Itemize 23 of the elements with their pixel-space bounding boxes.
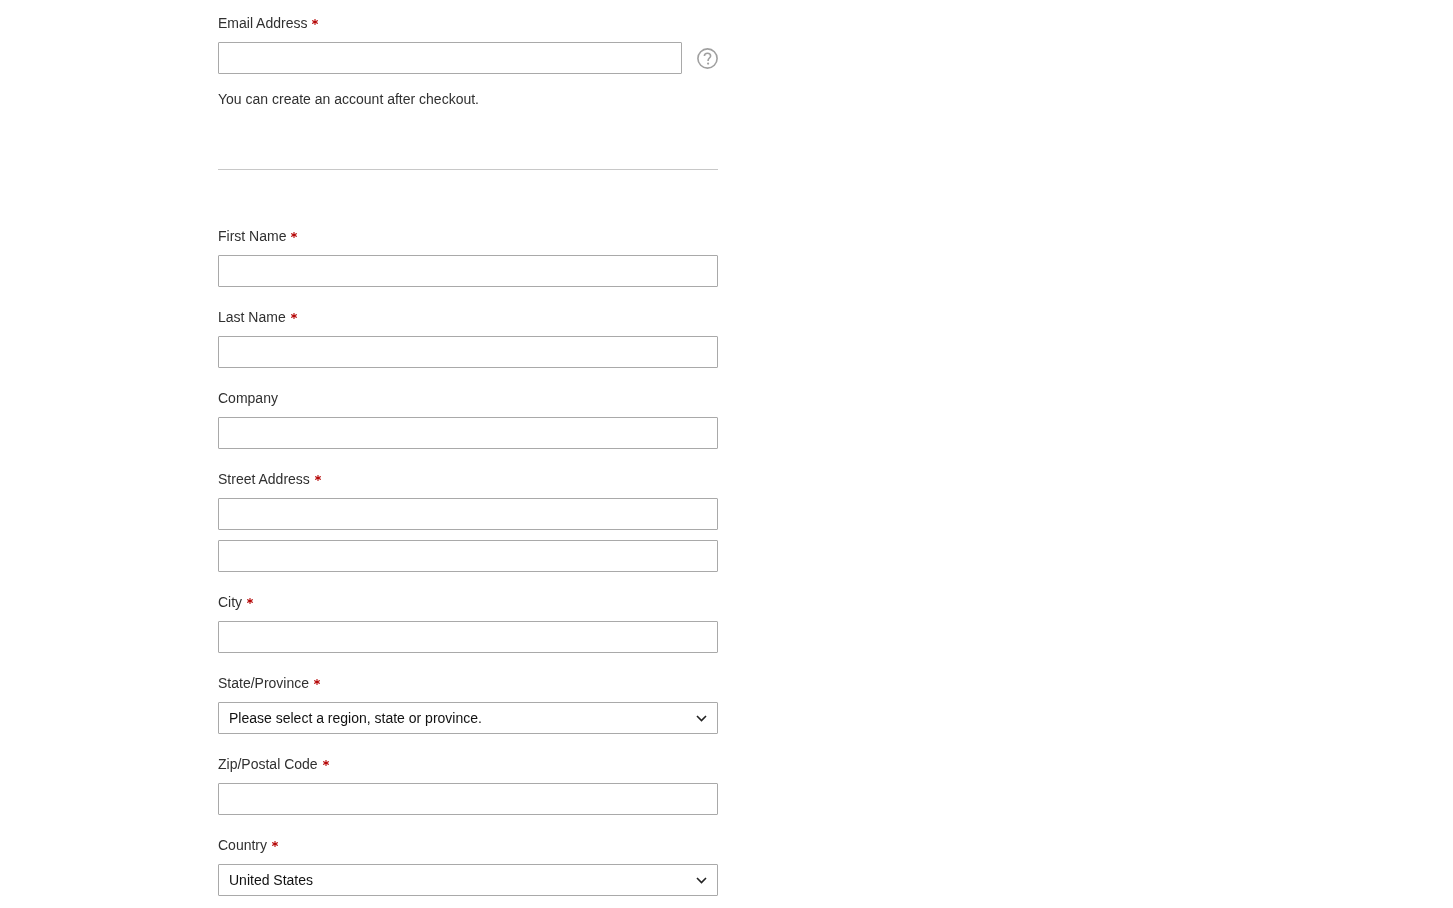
- dropdown[interactable]: United States: [218, 864, 718, 896]
- field-label: State/Province: [218, 674, 310, 692]
- text-field[interactable]: [218, 783, 718, 815]
- field-label: City: [218, 593, 243, 611]
- field-label: Zip/Postal Code: [218, 755, 318, 773]
- help-icon[interactable]: [697, 47, 718, 69]
- text-field[interactable]: [218, 621, 718, 653]
- email-field[interactable]: [218, 42, 682, 74]
- chevron-down-icon: [696, 876, 707, 884]
- field-label: Company: [218, 389, 278, 407]
- field-label: First Name: [218, 227, 287, 245]
- field-label: Email Address: [218, 14, 308, 32]
- field-label: Country: [218, 836, 268, 854]
- chevron-down-icon: [696, 714, 707, 722]
- dropdown[interactable]: Please select a region, state or province.: [218, 702, 718, 734]
- text-field[interactable]: [218, 498, 718, 530]
- help-text: You can create an account after checkout.: [218, 90, 480, 108]
- text-field[interactable]: [218, 417, 718, 449]
- field-label: Last Name: [218, 308, 286, 326]
- text-field[interactable]: [218, 540, 718, 572]
- text-field[interactable]: [218, 336, 718, 368]
- field-label: Street Address: [218, 470, 310, 488]
- text-field[interactable]: [218, 255, 718, 287]
